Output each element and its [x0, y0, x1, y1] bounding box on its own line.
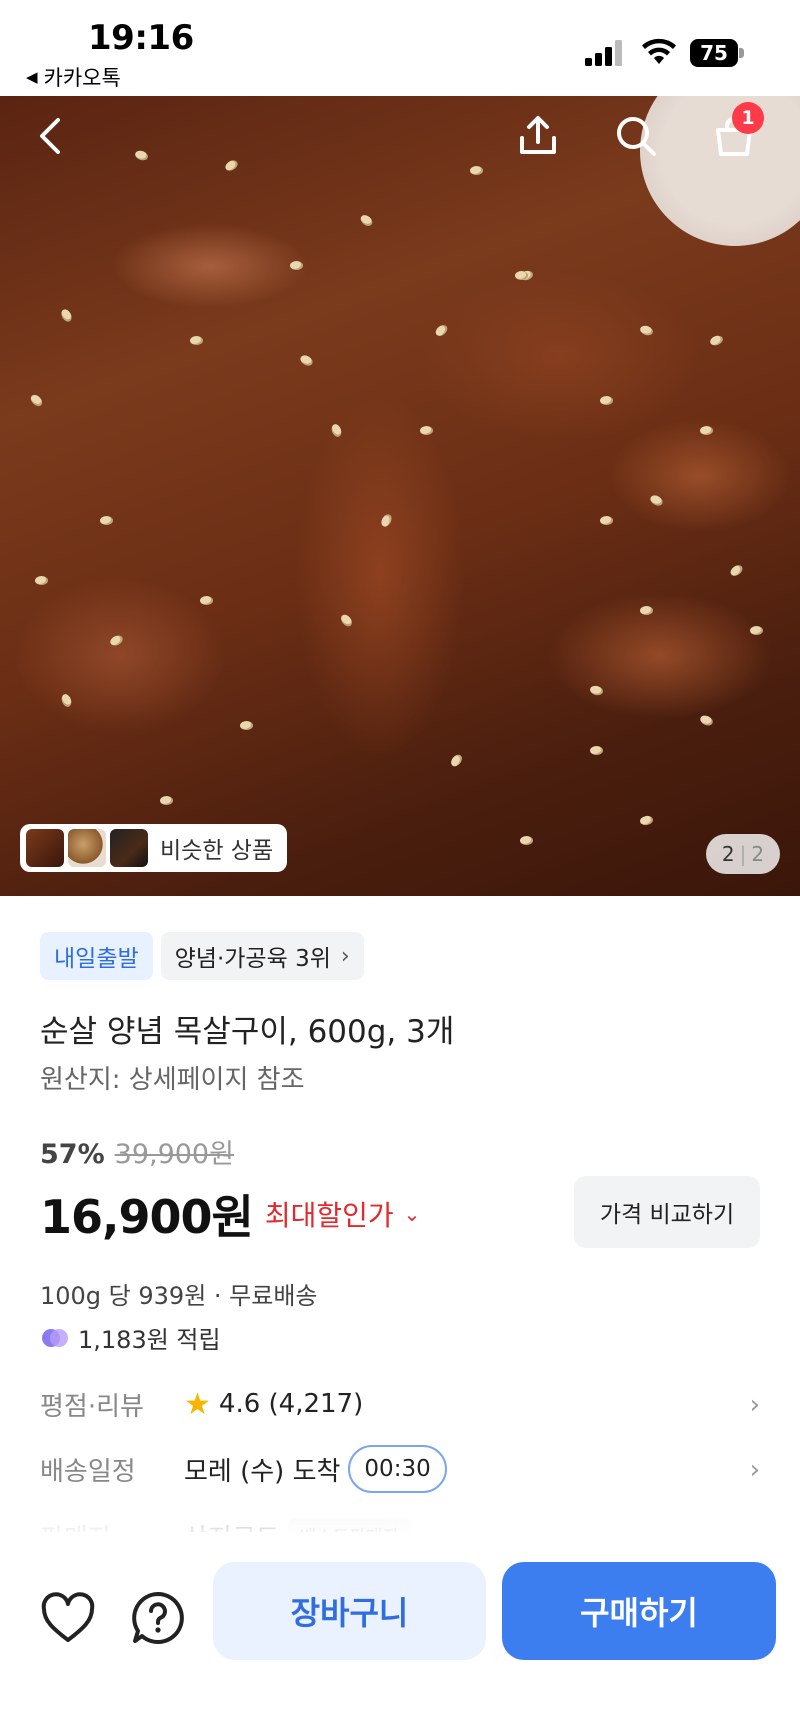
- rating-value: 4.6 (4,217): [218, 1389, 364, 1419]
- search-button[interactable]: [608, 108, 664, 164]
- compare-price-button[interactable]: 가격 비교하기: [574, 1176, 760, 1248]
- share-icon: [520, 116, 556, 154]
- help-button[interactable]: [128, 1588, 188, 1648]
- back-triangle-icon: ◀: [26, 68, 38, 86]
- ranking-tag[interactable]: 양념·가공육 3위 ›: [160, 932, 364, 980]
- chevron-right-icon: ›: [749, 1390, 760, 1420]
- delivery-label: 배송일정: [40, 1456, 136, 1487]
- product-origin: 원산지: 상세페이지 참조: [40, 1065, 305, 1095]
- points-icon: [42, 1328, 68, 1347]
- price-row: 16,900원 최대할인가 ⌄: [40, 1181, 420, 1247]
- delivery-row[interactable]: 배송일정 모레 (수) 도착 00:30 ›: [40, 1441, 760, 1497]
- add-to-cart-button[interactable]: 장바구니: [213, 1562, 486, 1660]
- chevron-down-icon: ⌄: [403, 1202, 421, 1226]
- wifi-icon: [642, 38, 676, 64]
- similar-products-label: 비슷한 상품: [160, 838, 274, 864]
- similar-thumb: [68, 829, 106, 867]
- image-page-indicator: 2 | 2: [706, 834, 780, 874]
- sale-price: 16,900원: [40, 1190, 254, 1244]
- battery-icon: 75: [690, 39, 744, 67]
- rating-review-row[interactable]: 평점·리뷰 ★ 4.6 (4,217) ›: [40, 1376, 760, 1432]
- discount-row: 57% 39,900원: [40, 1132, 234, 1171]
- chevron-right-icon: ›: [340, 943, 350, 969]
- cart-count-badge: 1: [732, 102, 764, 134]
- cart-button[interactable]: 1: [706, 102, 764, 164]
- rating-label: 평점·리뷰: [40, 1391, 144, 1422]
- points-text: 1,183원 적립: [78, 1326, 221, 1354]
- battery-level: 75: [690, 39, 738, 67]
- star-icon: ★: [184, 1386, 211, 1422]
- max-discount-label: 최대할인가: [264, 1199, 394, 1232]
- product-title: 순살 양념 목살구이, 600g, 3개: [40, 1014, 455, 1050]
- cellular-signal-icon: [585, 40, 622, 66]
- back-button[interactable]: [24, 108, 80, 164]
- back-to-app-link[interactable]: ◀ 카카오톡: [26, 62, 121, 92]
- back-app-label: 카카오톡: [43, 66, 121, 90]
- points-row: 1,183원 적립: [40, 1320, 221, 1355]
- question-bubble-icon: [132, 1592, 184, 1644]
- status-time: 19:16: [88, 18, 194, 58]
- delivery-timer: 00:30: [348, 1445, 447, 1493]
- original-price: 39,900원: [114, 1139, 234, 1170]
- similar-thumb: [110, 829, 148, 867]
- page-current: 2: [721, 842, 735, 866]
- product-image[interactable]: 1 비슷한 상품 2 | 2: [0, 96, 800, 896]
- share-button[interactable]: [510, 108, 566, 164]
- bottom-action-bar: 장바구니 구매하기: [0, 1532, 800, 1731]
- discount-rate: 57%: [40, 1139, 105, 1170]
- page-total: 2: [751, 842, 765, 866]
- status-bar: 19:16 ◀ 카카오톡 75: [0, 0, 800, 96]
- similar-products-button[interactable]: 비슷한 상품: [20, 824, 288, 872]
- wishlist-button[interactable]: [38, 1588, 98, 1648]
- buy-now-button[interactable]: 구매하기: [502, 1562, 776, 1660]
- product-tags: 내일출발 양념·가공육 3위 ›: [40, 932, 364, 980]
- similar-thumb: [26, 829, 64, 867]
- search-icon: [617, 117, 656, 156]
- max-discount-toggle[interactable]: 최대할인가 ⌄: [265, 1194, 421, 1234]
- ranking-label: 양념·가공육 3위: [174, 946, 331, 972]
- chevron-right-icon: ›: [749, 1455, 760, 1485]
- delivery-value: 모레 (수) 도착: [184, 1456, 341, 1487]
- shipping-tag: 내일출발: [40, 932, 153, 980]
- chevron-left-icon: [40, 118, 60, 154]
- heart-icon: [41, 1592, 95, 1642]
- unit-price-shipping: 100g 당 939원 · 무료배송: [40, 1282, 318, 1310]
